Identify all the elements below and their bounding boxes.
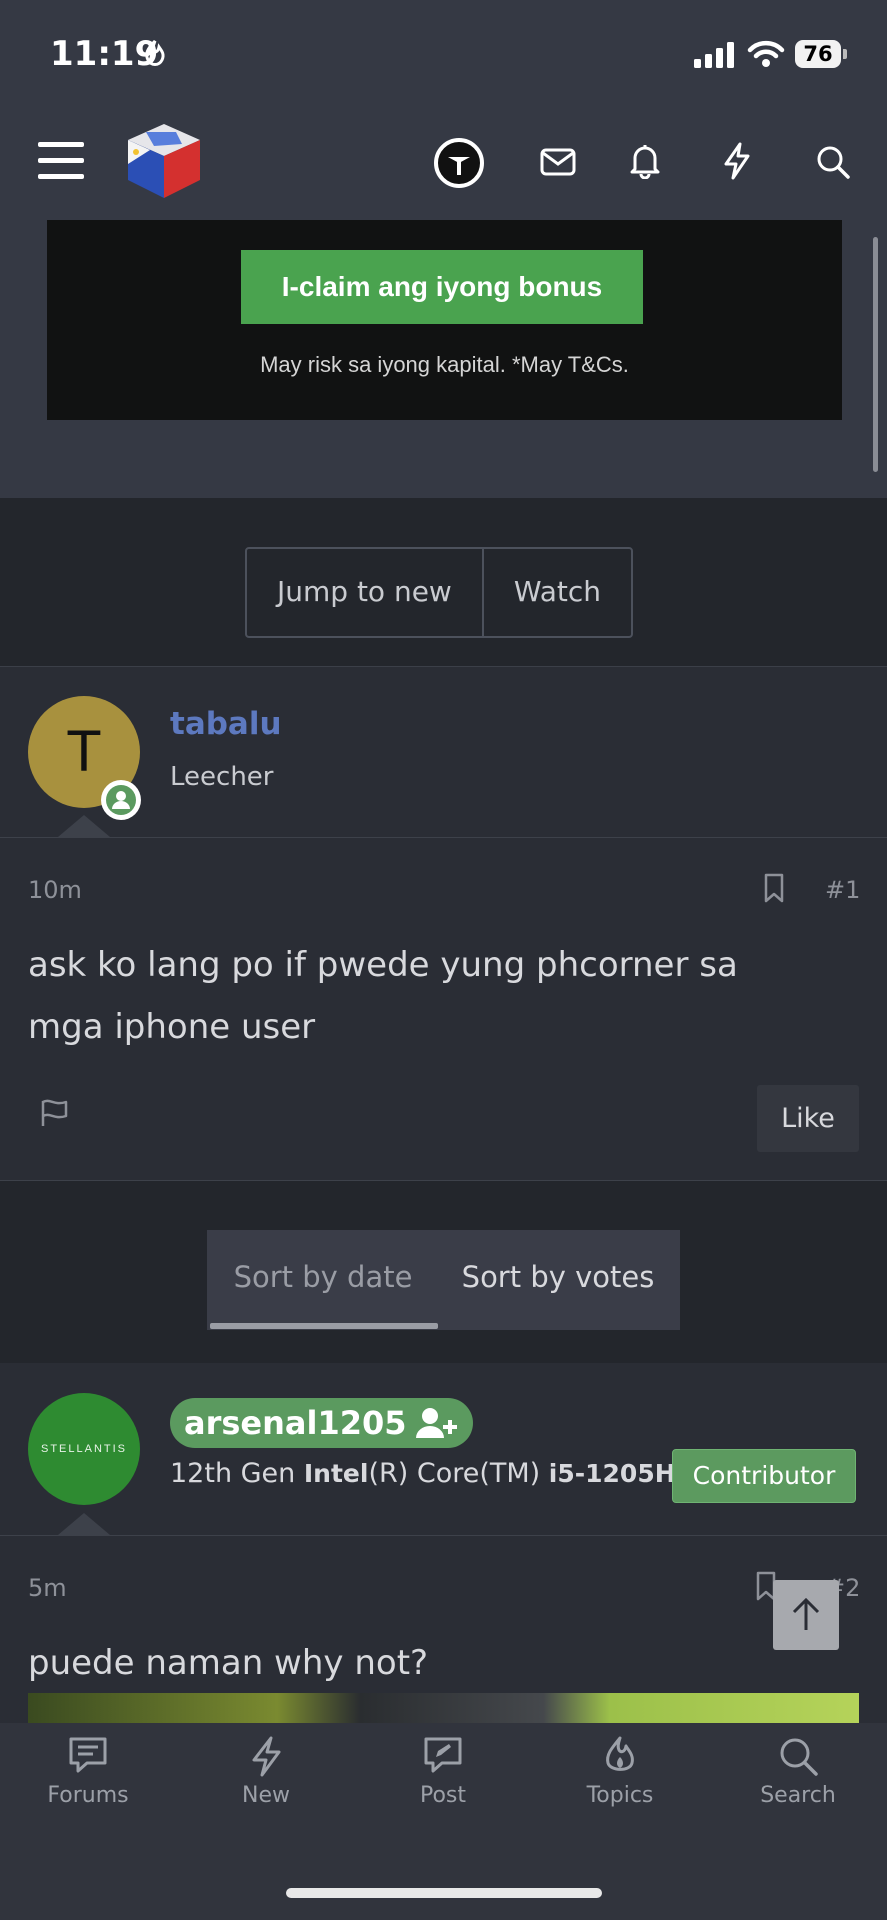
notifications-bell-icon[interactable] — [629, 143, 661, 179]
avatar-logo-text: STELLANTIS — [40, 1443, 128, 1455]
jump-to-new-button[interactable]: Jump to new — [247, 549, 482, 636]
title-brand: Intel — [303, 1459, 369, 1488]
add-friend-icon — [415, 1408, 457, 1438]
forums-icon — [69, 1737, 107, 1773]
search-icon[interactable] — [815, 144, 851, 180]
post-arrow — [58, 815, 110, 837]
tab-label: Forums — [47, 1783, 129, 1808]
like-button[interactable]: Like — [757, 1085, 859, 1152]
watch-button[interactable]: Watch — [481, 549, 631, 636]
scroll-to-top-button[interactable] — [773, 1580, 839, 1650]
post1-body-line2: mga iphone user — [28, 1007, 316, 1047]
style-switch-icon[interactable] — [433, 137, 485, 189]
tab-forums[interactable]: Forums — [18, 1735, 158, 1808]
title-mid: (R) Core(TM) — [368, 1458, 549, 1489]
post2-user-title: 12th Gen Intel(R) Core(TM) i5-1205H — [170, 1458, 676, 1489]
tab-label: Topics — [586, 1783, 654, 1808]
post-arrow — [58, 1513, 110, 1535]
post1-number[interactable]: #1 — [825, 876, 860, 904]
tab-label: New — [242, 1783, 290, 1808]
tab-label: Search — [760, 1783, 836, 1808]
active-tab-indicator — [210, 1323, 438, 1329]
post2-time[interactable]: 5m — [28, 1574, 67, 1602]
post1-username[interactable]: tabalu — [170, 706, 282, 742]
post2-body: puede naman why not? — [28, 1643, 429, 1683]
tab-label: Post — [419, 1783, 467, 1808]
ad-claim-button[interactable]: I-claim ang iyong bonus — [241, 250, 643, 324]
ad-disclaimer: May risk sa iyong kapital. *May T&Cs. — [260, 352, 629, 377]
cellular-signal-icon — [694, 42, 736, 68]
thread-action-buttons: Jump to new Watch — [245, 547, 634, 638]
tab-topics[interactable]: Topics — [550, 1735, 690, 1808]
tab-post[interactable]: Post — [373, 1735, 513, 1808]
page-scrollbar[interactable] — [873, 237, 878, 472]
compose-icon — [424, 1737, 462, 1773]
avatar[interactable]: STELLANTIS — [28, 1393, 140, 1505]
whats-new-lightning-icon[interactable] — [722, 142, 752, 180]
report-flag-icon[interactable] — [40, 1098, 70, 1128]
title-model: i5-1205H — [548, 1459, 676, 1488]
sort-by-date-tab[interactable]: Sort by date — [208, 1260, 438, 1294]
tab-search[interactable]: Search — [728, 1735, 868, 1808]
messages-icon[interactable] — [540, 148, 576, 176]
post1-body-line1: ask ko lang po if pwede yung phcorner sa — [28, 945, 738, 985]
menu-icon[interactable] — [36, 140, 86, 182]
post2-username: arsenal1205 — [184, 1404, 407, 1442]
fire-icon — [606, 1736, 634, 1771]
arrow-up-icon — [792, 1597, 820, 1630]
post1-user-title: Leecher — [170, 762, 274, 792]
battery-level: 76 — [795, 40, 841, 68]
post1-time[interactable]: 10m — [28, 876, 82, 904]
title-prefix: 12th Gen — [170, 1458, 304, 1489]
sort-by-votes-tab[interactable]: Sort by votes — [438, 1260, 678, 1294]
contributor-badge[interactable]: Contributor — [672, 1449, 856, 1503]
bookmark-icon[interactable] — [763, 873, 785, 903]
post2-username-pill[interactable]: arsenal1205 — [170, 1398, 473, 1448]
tab-new[interactable]: New — [196, 1735, 336, 1808]
battery-tip — [843, 49, 847, 59]
post2-attached-image[interactable] — [28, 1693, 859, 1723]
wifi-icon — [747, 40, 785, 68]
home-indicator[interactable] — [286, 1888, 602, 1898]
site-logo[interactable] — [124, 120, 204, 202]
lightning-icon — [252, 1736, 281, 1777]
search-icon — [780, 1738, 818, 1776]
hotspot-icon — [142, 38, 168, 68]
